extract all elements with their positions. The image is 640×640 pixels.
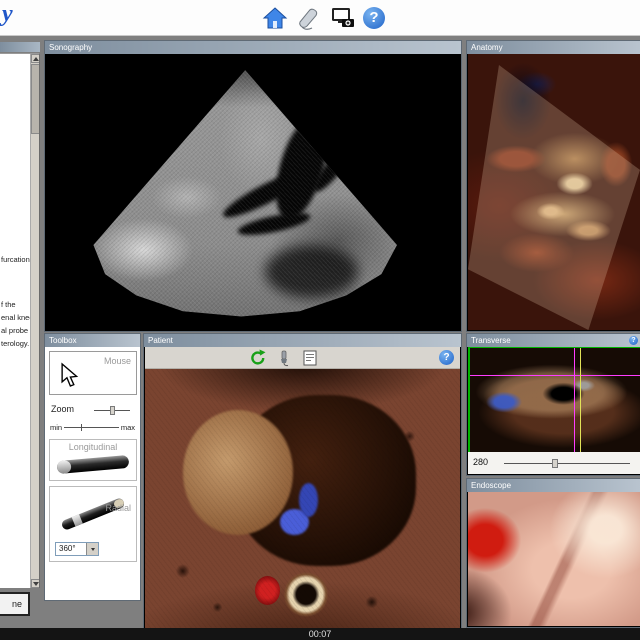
zoom-range-track[interactable]	[64, 423, 119, 431]
anatomy-viewport[interactable]	[468, 54, 640, 330]
dropdown-button[interactable]	[86, 543, 98, 555]
patient-3d-viewport[interactable]	[145, 369, 460, 628]
radial-probe-label: Radial	[105, 503, 131, 513]
crosshair-horizontal-line	[470, 375, 640, 377]
scrollbar-thumb[interactable]	[31, 64, 39, 134]
chevron-down-icon	[90, 547, 95, 551]
longitudinal-probe-button[interactable]: Longitudinal	[49, 439, 137, 481]
endoscope-panel: Endoscope	[466, 478, 640, 628]
scan-angle-select[interactable]: 360°	[55, 542, 99, 556]
exam-notes-button[interactable]	[301, 349, 319, 367]
slice-slider-thumb[interactable]	[551, 459, 558, 468]
liver-image	[182, 410, 294, 535]
patient-panel-title: Patient	[148, 336, 173, 345]
arrow-down-icon	[32, 581, 39, 586]
app-logo: y	[2, 1, 13, 27]
sonography-viewport[interactable]	[46, 54, 460, 330]
reset-view-button[interactable]	[249, 349, 267, 367]
task-text-line: enal knee	[1, 313, 34, 322]
ultrasound-fan-image	[93, 70, 397, 317]
vein-image	[280, 508, 309, 535]
slice-slider-row: 280	[468, 452, 640, 474]
scroll-up-button[interactable]	[31, 54, 39, 63]
organ-mass-image	[233, 394, 416, 566]
scroll-down-button[interactable]	[31, 579, 39, 588]
zoom-max-label: max	[120, 422, 135, 432]
zoom-label: Zoom	[51, 404, 75, 414]
anatomy-panel: Anatomy	[466, 40, 640, 332]
mouse-tool-label: Mouse	[103, 356, 131, 366]
task-text-line: al probe	[1, 326, 29, 335]
task-panel-caption	[0, 42, 40, 52]
zoom-range-tick	[80, 423, 82, 431]
endoscope-viewport[interactable]	[468, 492, 640, 626]
home-button[interactable]	[262, 5, 288, 31]
exam-timer: 00:07	[308, 629, 332, 639]
slice-depth-value: 280	[473, 457, 489, 467]
task-text-line: terology.	[1, 339, 30, 348]
task-scrollbar[interactable]	[30, 54, 39, 588]
task-text-line: f the	[1, 300, 16, 309]
notes-icon	[303, 350, 317, 366]
toolbox-panel: Toolbox Mouse Zoom min max Longitudinal …	[44, 333, 141, 601]
zoom-range-labels: min max	[49, 422, 136, 432]
patient-toolbar: ?	[145, 347, 460, 369]
transverse-panel-titlebar: Transverse ?	[467, 334, 640, 347]
zoom-min-label: min	[50, 422, 63, 432]
zoom-slider-thumb[interactable]	[110, 406, 116, 415]
radial-probe-button[interactable]: Radial 360°	[49, 486, 137, 562]
slice-slider[interactable]	[504, 459, 630, 468]
zoom-slider[interactable]	[94, 406, 130, 415]
transverse-panel-title: Transverse	[471, 336, 511, 345]
anatomy-panel-title: Anatomy	[471, 43, 503, 52]
anatomy-panel-titlebar: Anatomy	[467, 41, 640, 54]
task-done-label: ne	[11, 599, 22, 609]
artery-image	[255, 576, 281, 605]
crosshair-vertical-line	[573, 348, 575, 452]
top-toolbar: y ?	[0, 0, 640, 36]
probe-tool-icon	[281, 350, 289, 367]
patient-panel: Patient ?	[143, 333, 462, 630]
refresh-icon	[251, 349, 266, 365]
longitudinal-probe-label: Longitudinal	[68, 442, 118, 452]
task-panel: furcation f the enal knee al probe terol…	[0, 53, 40, 588]
endoscope-panel-title: Endoscope	[471, 481, 512, 490]
transverse-viewport[interactable]	[468, 347, 640, 452]
probe-button[interactable]	[296, 5, 322, 31]
home-icon	[262, 7, 288, 29]
toolbox-panel-titlebar: Toolbox	[45, 334, 140, 347]
patient-panel-titlebar: Patient	[144, 334, 461, 347]
patient-help-button[interactable]: ?	[439, 350, 454, 365]
longitudinal-probe-image	[56, 454, 130, 475]
task-done-button[interactable]: ne	[0, 592, 30, 616]
sonography-panel-title: Sonography	[49, 43, 93, 52]
vertebra-image	[283, 571, 328, 618]
probe-position-line	[579, 348, 581, 452]
sonography-panel: Sonography	[44, 40, 462, 332]
transverse-panel: Transverse ? 280	[466, 333, 640, 476]
toolbox-body: Mouse Zoom min max Longitudinal Radial 3…	[46, 347, 139, 599]
sonography-panel-titlebar: Sonography	[45, 41, 461, 54]
transverse-help-button[interactable]: ?	[629, 336, 638, 345]
toolbox-panel-title: Toolbox	[49, 336, 77, 345]
cursor-icon	[61, 362, 79, 387]
mouse-tool-button[interactable]: Mouse	[49, 351, 137, 395]
vein-image	[299, 482, 319, 517]
probe-position-button[interactable]	[275, 349, 293, 367]
help-button[interactable]: ?	[363, 7, 385, 29]
arrow-up-icon	[32, 56, 39, 61]
probe-icon	[299, 8, 318, 30]
endoscope-panel-titlebar: Endoscope	[467, 479, 640, 492]
scan-angle-value: 360°	[59, 544, 76, 553]
task-text-line: furcation	[1, 255, 30, 264]
zoom-control: Zoom	[49, 404, 136, 416]
app-window: y ? furcation f the enal knee al probe t…	[0, 0, 640, 640]
status-bar: 00:07	[0, 628, 640, 640]
screenshot-icon	[332, 8, 354, 27]
screenshot-button[interactable]	[330, 5, 356, 31]
